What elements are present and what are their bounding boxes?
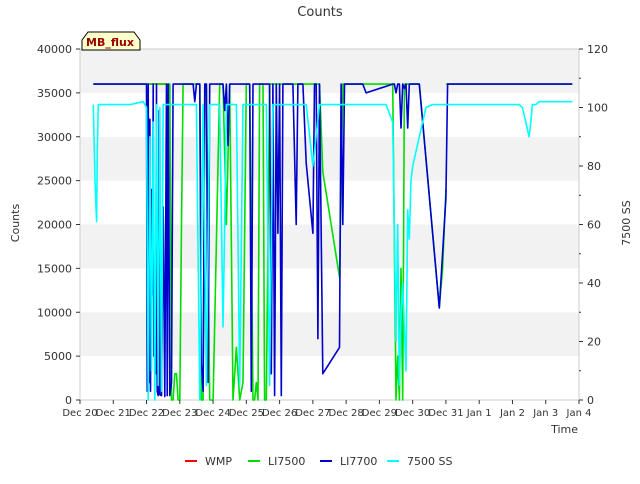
- y-tick-label: 30000: [37, 131, 72, 144]
- x-tick-label: Dec 21: [96, 408, 131, 419]
- legend-label: WMP: [205, 455, 232, 468]
- y-tick-label: 25000: [37, 175, 72, 188]
- grid-band: [80, 92, 579, 137]
- x-tick-label: Dec 29: [362, 408, 397, 419]
- legend-label: LI7500: [268, 455, 305, 468]
- y-tick-label: 35000: [37, 87, 72, 100]
- x-tick-label: Dec 24: [195, 408, 230, 419]
- y2-tick-label: 40: [587, 277, 601, 290]
- x-axis-label: Time: [550, 423, 578, 436]
- y-tick-label: 5000: [44, 350, 72, 363]
- x-tick-label: Dec 28: [329, 408, 364, 419]
- x-tick-label: Jan 2: [499, 408, 525, 419]
- mb-flux-badge: MB_flux: [81, 31, 141, 51]
- chart-svg: 0 5000 10000 15000 20000 25000 30000 35000 40000…: [9, 5, 633, 468]
- x-tick-label: Dec 23: [162, 408, 197, 419]
- y2-tick-label: 0: [587, 394, 594, 407]
- x-tick-label: Dec 20: [62, 408, 97, 419]
- legend-label: 7500 SS: [407, 455, 452, 468]
- x-tick-label: Dec 30: [395, 408, 430, 419]
- y2-tick-label: 60: [587, 219, 601, 232]
- y2-tick-label: 120: [587, 43, 608, 56]
- y2-tick-label: 100: [587, 102, 608, 115]
- y-axis-label: Counts: [9, 204, 22, 243]
- x-tick-label: Jan 4: [566, 408, 592, 419]
- x-tick-label: Jan 1: [466, 408, 492, 419]
- y2-tick-label: 80: [587, 160, 601, 173]
- badge-label: MB_flux: [86, 36, 134, 49]
- y-tick-label: 0: [65, 394, 72, 407]
- y-tick-label: 20000: [37, 219, 72, 232]
- y2-axis-label: 7500 SS: [620, 200, 633, 245]
- grid-band: [80, 49, 579, 93]
- legend-label: LI7700: [340, 455, 377, 468]
- y2-tick-label: 20: [587, 336, 601, 349]
- x-tick-label: Dec 25: [229, 408, 264, 419]
- chart: 0 5000 10000 15000 20000 25000 30000 35000 40000…: [0, 0, 640, 480]
- y-tick-label: 40000: [37, 43, 72, 56]
- legend: WMP LI7500 LI7700 7500 SS: [185, 455, 452, 468]
- y-tick-label: 15000: [37, 262, 72, 275]
- x-tick-label: Dec 22: [129, 408, 164, 419]
- grid-band: [80, 136, 579, 181]
- x-tick-label: Dec 26: [262, 408, 297, 419]
- x-tick-label: Jan 3: [532, 408, 558, 419]
- x-tick-label: Dec 27: [295, 408, 330, 419]
- x-tick-label: Dec 31: [428, 408, 463, 419]
- chart-title: Counts: [297, 5, 343, 20]
- y-tick-label: 10000: [37, 306, 72, 319]
